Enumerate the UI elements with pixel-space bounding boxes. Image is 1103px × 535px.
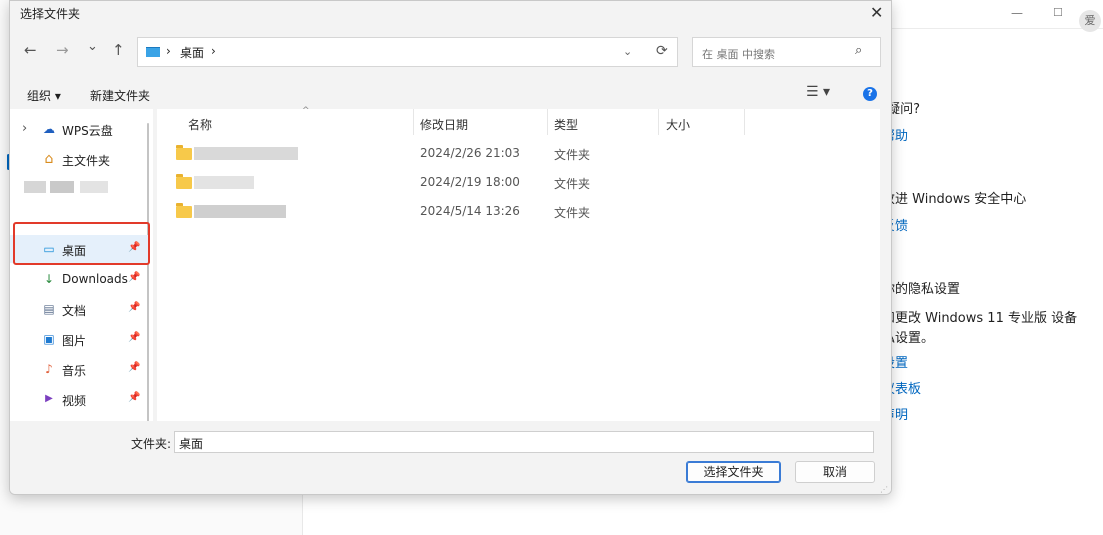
sidebar-item-label: Downloads (62, 272, 128, 286)
sidebar-item-label: 主文件夹 (62, 154, 111, 168)
home-icon: ⌂ (44, 151, 54, 167)
music-icon: ♪ (45, 362, 53, 376)
video-icon: ▶ (45, 393, 53, 404)
breadcrumb-separator[interactable]: › (166, 44, 171, 58)
redacted-folder-name (194, 176, 254, 189)
sidebar-item-music[interactable]: ♪ 音乐 📌 (10, 355, 150, 383)
pin-icon[interactable]: 📌 (128, 272, 140, 283)
refresh-icon[interactable]: ⟳ (656, 43, 668, 59)
forward-arrow-icon[interactable]: → (56, 41, 69, 59)
new-folder-button[interactable]: 新建文件夹 (90, 87, 150, 104)
table-row[interactable]: 2024/2/26 21:03 文件夹 (157, 139, 880, 167)
search-box[interactable]: 在 桌面 中搜索 ⌕ (692, 37, 881, 67)
folder-icon (176, 203, 192, 218)
pin-icon[interactable]: 📌 (128, 362, 140, 373)
row-date: 2024/2/19 18:00 (420, 175, 520, 189)
row-type: 文件夹 (554, 206, 591, 220)
close-icon[interactable]: ✕ (870, 3, 883, 22)
select-folder-dialog: 选择文件夹 ✕ ← → ⌄ ↑ › 桌面 › ⌄ ⟳ 在 桌面 中搜索 ⌕ 组织… (9, 0, 892, 495)
back-arrow-icon[interactable]: ← (24, 41, 37, 59)
desktop-folder-icon (146, 47, 160, 57)
sidebar-item-downloads[interactable]: ↓ Downloads 📌 (10, 265, 150, 293)
sidebar-item-label: 视频 (62, 394, 87, 408)
redacted-label (80, 181, 108, 193)
download-icon: ↓ (43, 272, 55, 286)
select-folder-button[interactable]: 选择文件夹 (686, 461, 781, 483)
table-row[interactable]: 2024/5/14 13:26 文件夹 (157, 197, 880, 225)
pin-icon[interactable]: 📌 (128, 302, 140, 313)
organize-menu-button[interactable]: 组织 ▾ (27, 87, 61, 104)
command-bar: 组织 ▾ 新建文件夹 ☰ ▾ ? (10, 81, 891, 107)
minimize-icon[interactable]: — (1011, 6, 1023, 20)
sidebar-item-videos[interactable]: ▶ 视频 📌 (10, 385, 150, 413)
redacted-folder-name (194, 147, 298, 160)
recent-locations-icon[interactable]: ⌄ (87, 39, 98, 54)
avatar: 爱 (1079, 10, 1101, 32)
bg-heading-privacy: 你的隐私设置 (882, 282, 961, 297)
dialog-title: 选择文件夹 (20, 7, 81, 21)
cancel-button[interactable]: 取消 (795, 461, 875, 483)
redacted-icon (24, 181, 46, 193)
view-options-icon[interactable]: ☰ ▾ (806, 84, 830, 100)
row-date: 2024/5/14 13:26 (420, 204, 520, 218)
chevron-down-icon[interactable]: ⌄ (623, 45, 632, 58)
address-bar[interactable]: › 桌面 › ⌄ ⟳ (137, 37, 678, 67)
folder-icon (176, 145, 192, 160)
resize-grip-icon[interactable]: ⋰ (880, 485, 888, 494)
picture-icon: ▣ (43, 332, 55, 346)
sidebar-item-home[interactable]: ⌂ 主文件夹 (10, 145, 150, 173)
sidebar-item-label: 文档 (62, 304, 87, 318)
column-divider[interactable] (744, 109, 745, 135)
pin-icon[interactable]: 📌 (128, 392, 140, 403)
search-input[interactable]: 在 桌面 中搜索 (702, 46, 775, 62)
navigation-pane: › ☁ WPS云盘 ⌂ 主文件夹 ▭ 桌面 📌 ↓ Downloads 📌 ▤ … (10, 109, 153, 423)
document-icon: ▤ (43, 302, 55, 316)
maximize-icon[interactable]: ☐ (1053, 6, 1063, 19)
row-date: 2024/2/26 21:03 (420, 146, 520, 160)
dialog-titlebar[interactable]: 选择文件夹 ✕ (10, 1, 891, 25)
sidebar-item-documents[interactable]: ▤ 文档 📌 (10, 295, 150, 323)
pin-icon[interactable]: 📌 (128, 332, 140, 343)
bg-heading-improve: 改进 Windows 安全中心 (882, 192, 1027, 207)
sort-ascending-icon: ^ (302, 106, 310, 116)
sidebar-item-pictures[interactable]: ▣ 图片 📌 (10, 325, 150, 353)
navigation-bar: ← → ⌄ ↑ › 桌面 › ⌄ ⟳ 在 桌面 中搜索 ⌕ (10, 29, 891, 73)
redacted-label (50, 181, 74, 193)
sidebar-item-label: WPS云盘 (62, 124, 113, 138)
column-divider[interactable] (658, 109, 659, 135)
redacted-folder-name (194, 205, 286, 218)
help-icon[interactable]: ? (863, 87, 877, 101)
breadcrumb-separator-end[interactable]: › (211, 44, 216, 58)
cloud-icon: ☁ (43, 122, 55, 136)
expand-chevron-icon[interactable]: › (22, 121, 27, 136)
column-header-size[interactable]: 大小 (666, 116, 690, 133)
sidebar-item-label: 图片 (62, 334, 87, 348)
folder-icon (176, 174, 192, 189)
breadcrumb-desktop[interactable]: 桌面 (180, 44, 204, 61)
file-list: ^ 名称 修改日期 类型 大小 2024/2/26 21:03 文件夹 2024… (157, 106, 880, 421)
column-divider[interactable] (547, 109, 548, 135)
bg-privacy-text-1: 和更改 Windows 11 专业版 设备 (882, 311, 1078, 326)
folder-name-field[interactable]: 桌面 (174, 431, 874, 453)
column-header-date[interactable]: 修改日期 (420, 116, 468, 133)
column-divider[interactable] (413, 109, 414, 135)
sidebar-item-label: 音乐 (62, 364, 87, 378)
dialog-footer: 文件夹: 桌面 选择文件夹 取消 ⋰ (10, 421, 891, 494)
row-type: 文件夹 (554, 177, 591, 191)
table-row[interactable]: 2024/2/19 18:00 文件夹 (157, 168, 880, 196)
folder-field-label: 文件夹: (131, 437, 172, 451)
search-icon[interactable]: ⌕ (855, 43, 862, 58)
column-header-type[interactable]: 类型 (554, 116, 578, 133)
row-type: 文件夹 (554, 148, 591, 162)
sidebar-item-wps-cloud[interactable]: › ☁ WPS云盘 (10, 115, 150, 143)
up-arrow-icon[interactable]: ↑ (112, 41, 125, 59)
column-header-name[interactable]: 名称 (188, 116, 212, 133)
red-highlight-box (13, 222, 150, 265)
